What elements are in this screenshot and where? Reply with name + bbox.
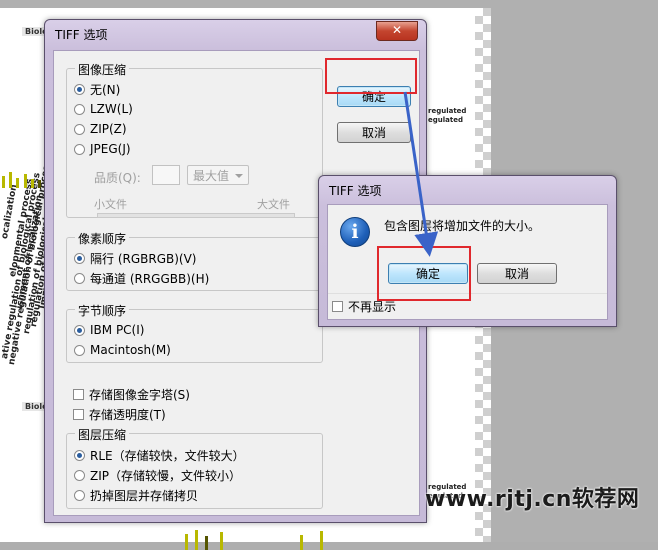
arrow-line xyxy=(403,91,439,257)
annotation-arrow xyxy=(403,91,439,257)
watermark-text: www.rjtj.cn软荐网 xyxy=(425,487,640,512)
